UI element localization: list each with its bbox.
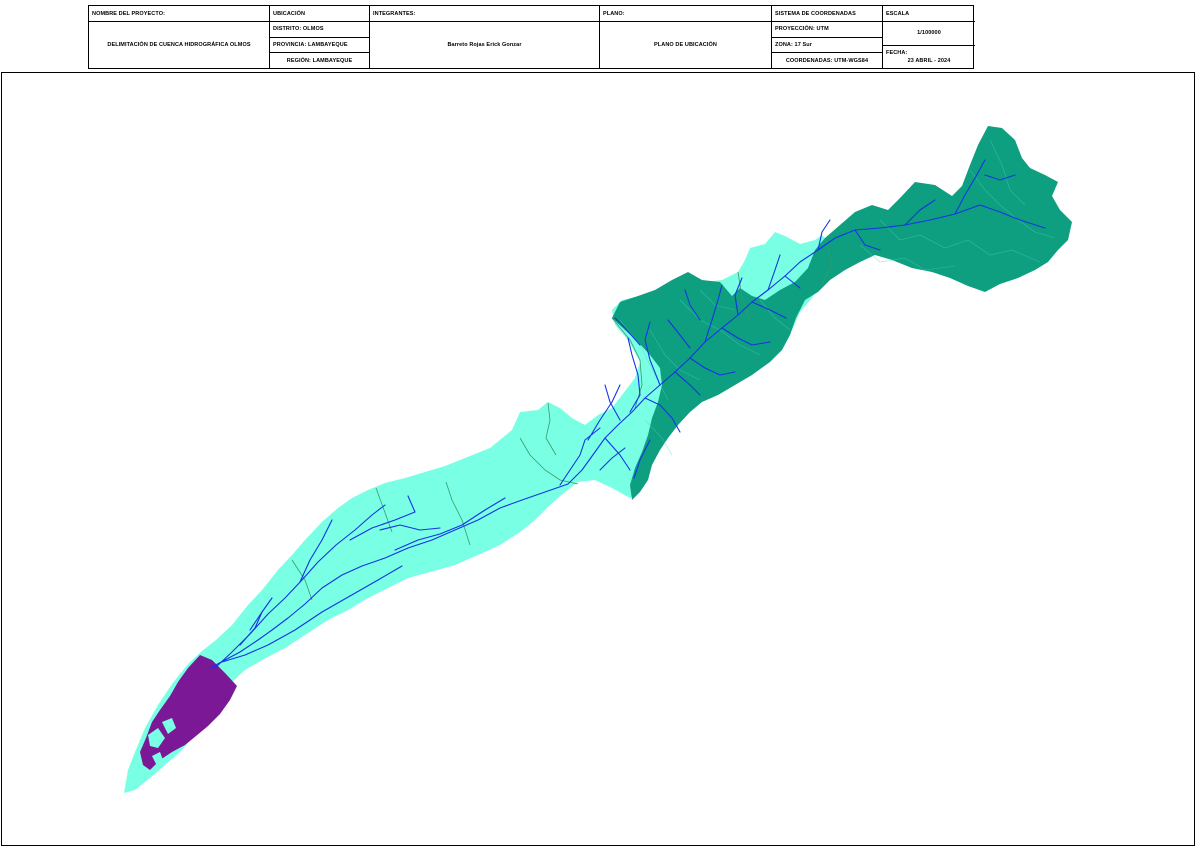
project-label: NOMBRE DEL PROYECTO: <box>89 6 270 22</box>
date-label: FECHA: <box>886 49 908 56</box>
scale-label: ESCALA <box>883 6 975 22</box>
coord-stack: PROYECCIÓN: UTM ZONA: 17 Sur COORDENADAS… <box>772 22 883 68</box>
plan-name: PLANO DE UBICACIÓN <box>600 22 772 68</box>
plan-label: PLANO: <box>600 6 772 22</box>
map-frame <box>1 72 1195 846</box>
date-value: 23 ABRIL - 2024 <box>907 57 951 64</box>
scale-date-stack: 1/100000 FECHA: 23 ABRIL - 2024 <box>883 22 975 68</box>
title-block: NOMBRE DEL PROYECTO: UBICACIÓN INTEGRANT… <box>88 5 975 69</box>
upper-basin-area <box>612 126 1072 500</box>
projection-text: PROYECCIÓN: UTM <box>772 22 882 38</box>
location-label: UBICACIÓN <box>270 6 370 22</box>
coordinates-text: COORDENADAS: UTM-WGS84 <box>785 57 869 64</box>
coord-system-label: SISTEMA DE COORDENADAS <box>772 6 883 22</box>
members-label: INTEGRANTES: <box>370 6 600 22</box>
scale-value: 1/100000 <box>883 22 975 46</box>
zone-text: ZONA: 17 Sur <box>772 38 882 54</box>
basin-map <box>124 126 1072 793</box>
district-text: DISTRITO: OLMOS <box>270 22 369 38</box>
location-stack: DISTRITO: OLMOS PROVINCIA: LAMBAYEQUE RE… <box>270 22 370 68</box>
members-name: Barreto Rojas Erick Gonzar <box>370 22 600 68</box>
project-name: DELIMITACIÓN DE CUENCA HIDROGRÁFICA OLMO… <box>89 22 270 68</box>
region-text: REGIÓN: LAMBAYEQUE <box>286 57 353 64</box>
province-text: PROVINCIA: LAMBAYEQUE <box>270 38 369 54</box>
